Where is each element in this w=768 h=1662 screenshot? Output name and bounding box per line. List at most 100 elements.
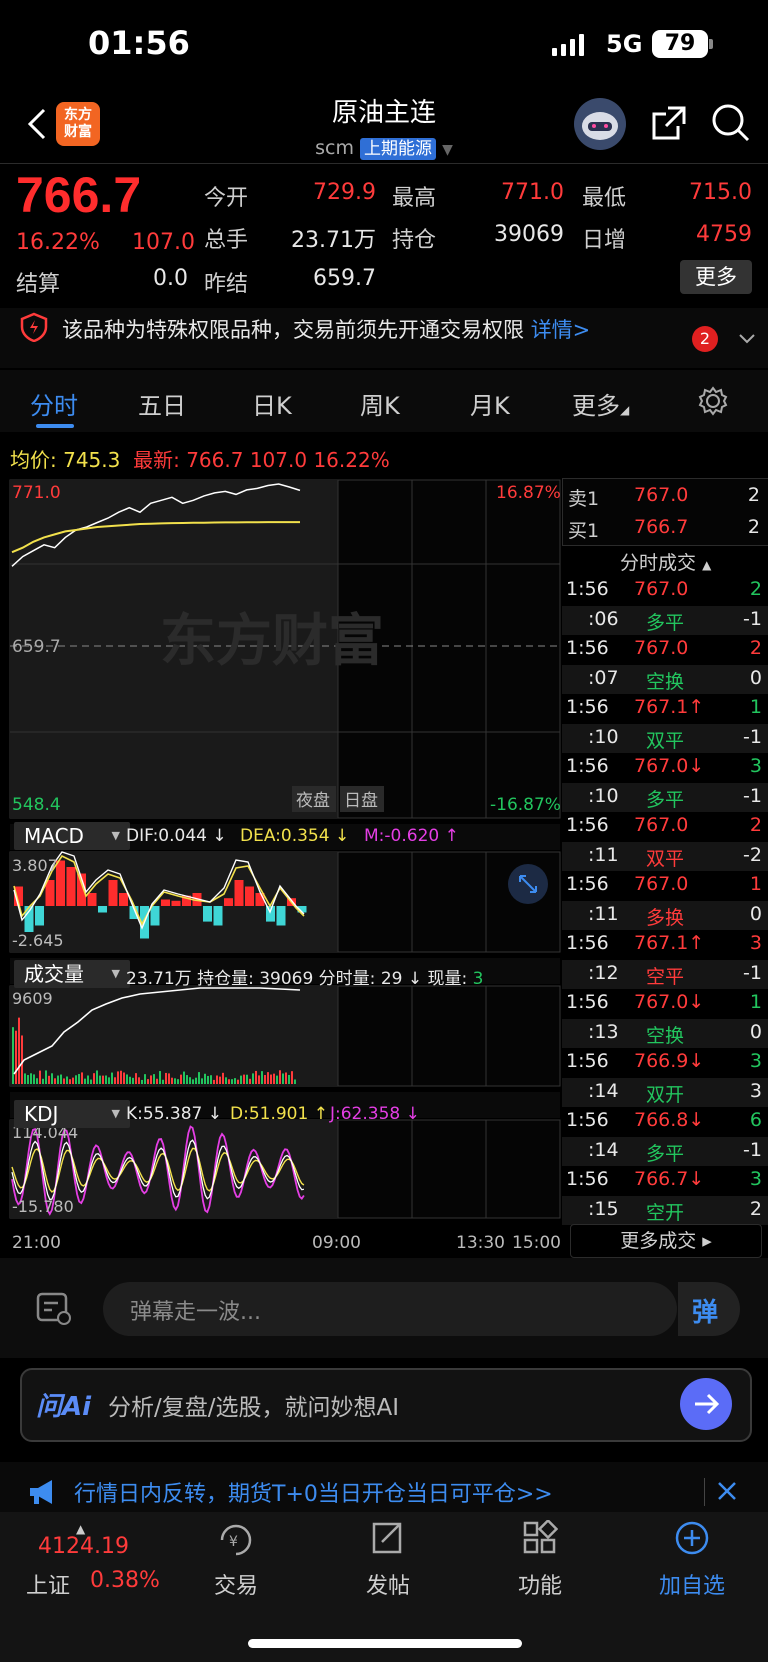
trade-price: 空平 [646,965,685,988]
volume-bar [15,1030,17,1084]
tab-daily-k[interactable]: 日K [252,386,292,421]
trade-qty: 3 [749,932,762,954]
tab-five-day[interactable]: 五日 [138,386,186,421]
search-button[interactable] [710,102,752,144]
trade-price: 767.0 [634,873,689,895]
exchange-badge: 上期能源 [360,138,437,160]
open-value: 729.9 [313,180,376,205]
kdj-name: KDJ [24,1102,59,1126]
promo-divider [704,1478,705,1506]
add-watchlist-icon[interactable] [674,1520,710,1560]
macd-top-label: 3.807 [12,856,58,875]
volume-bar [198,1072,200,1084]
volume-bar [153,1074,155,1084]
ai-send-button[interactable] [680,1378,732,1430]
trade-price: 767.0 [634,814,689,836]
trade-qty: 3 [749,1168,762,1190]
index-pct[interactable]: 0.38% [90,1568,160,1593]
trade-time: :11 [588,902,619,925]
macd-bar [119,893,128,906]
volume-bar [165,1072,167,1084]
label-low: 最低 [582,186,627,211]
kdj-selector[interactable]: KDJ ▼ [14,1100,130,1128]
intraday-chart[interactable]: 东方财富 771.0 659.7 548.4 16.87% -16.87% 夜盘… [0,476,562,1262]
volume-bar [252,1073,254,1084]
volume-bar [45,1070,47,1084]
trade-price: 766.7↓ [634,1168,705,1190]
function-grid-icon[interactable] [522,1518,559,1560]
volume-bar [279,1070,281,1084]
trade-qty: 3 [749,1050,762,1072]
nav-function[interactable]: 功能 [490,1568,590,1600]
post-edit-icon[interactable] [370,1520,406,1560]
danmu-toggle-button[interactable]: 弹 [678,1282,740,1336]
share-button[interactable] [650,104,688,142]
volume-bar [207,1075,209,1084]
volume-bar [162,1079,164,1084]
volume-bar [231,1079,233,1084]
trades-title[interactable]: 分时成交 ▲ [620,548,711,575]
volume-bar [237,1079,239,1084]
index-name[interactable]: 上证 [26,1568,70,1600]
macd-bar [224,898,233,906]
tab-monthly-k[interactable]: 月K [470,386,510,421]
trade-qty: 0 [749,1020,762,1043]
pct-bottom-label: -16.87% [490,795,561,815]
notice-message: 该品种为特殊权限品种，交易前须先开通交易权限 [62,318,524,342]
comment-list-icon[interactable] [34,1290,74,1332]
volume-info: 23.71万 持仓量: 39069 分时量: 29 ↓ 现量: 3 [126,964,483,989]
search-icon [712,104,750,142]
tab-weekly-k[interactable]: 周K [360,386,400,421]
trade-price: 766.9↓ [634,1050,705,1072]
nav-add-watchlist[interactable]: 加自选 [642,1568,742,1600]
volume-bar [243,1074,245,1084]
trade-qty: 1 [749,696,762,718]
volume-bar [204,1073,206,1084]
volume-bar [132,1077,134,1084]
more-trades-button[interactable]: 更多成交 ▸ [570,1224,762,1258]
ai-placeholder: 分析/复盘/选股，就问妙想AI [108,1395,400,1421]
macd-selector[interactable]: MACD ▼ [14,822,130,850]
prev-settle-value: 659.7 [313,266,376,291]
nav-trade[interactable]: 交易 [186,1568,286,1600]
trade-qty: 2 [749,814,762,836]
trade-row: 1:56 767.0↓ 1 [562,989,768,1018]
chevron-down-icon[interactable] [738,330,756,349]
tab-more[interactable]: 更多◢ [572,386,629,421]
arrow-right-icon [695,1393,720,1415]
trade-price: 767.1↑ [634,696,705,718]
trade-icon[interactable]: ¥ [216,1522,256,1562]
trade-qty: 2 [749,578,762,600]
x-tick-label: 21:00 [12,1233,61,1253]
volume-bar [270,1074,272,1084]
volume-bar [144,1074,146,1084]
settings-gear-icon[interactable] [698,386,728,420]
label-daily-increase: 日增 [582,228,627,253]
tab-more-label: 更多 [572,392,620,420]
trade-time: :12 [588,961,619,984]
nav-post[interactable]: 发帖 [338,1568,438,1600]
ai-robot-avatar[interactable] [574,98,626,150]
trade-time: 1:56 [566,637,609,659]
macd-bar [35,906,44,926]
warning-shield-icon [20,312,48,346]
trade-price: 767.0 [634,578,689,600]
index-value[interactable]: 4124.19 [38,1534,129,1559]
volume-bar [276,1075,278,1084]
trade-qty: 0 [749,902,762,925]
volume-bar [18,1017,20,1084]
trade-price: 双平 [646,847,685,870]
volume-bar [210,1075,212,1084]
volume-bar [54,1078,56,1084]
volume-bar [183,1071,185,1084]
volume-selector[interactable]: 成交量 ▼ [14,960,130,988]
volume-bar [63,1078,65,1084]
trade-row: 1:56 766.8↓ 6 [562,1107,768,1136]
volume-bar [72,1077,74,1084]
close-icon[interactable] [716,1480,738,1506]
notice-detail-link[interactable]: 详情> [531,318,591,342]
volume-bar [48,1075,50,1084]
more-quote-button[interactable]: 更多 [680,260,752,294]
tab-intraday[interactable]: 分时 [30,386,78,421]
change-value: 107.0 [132,230,195,255]
